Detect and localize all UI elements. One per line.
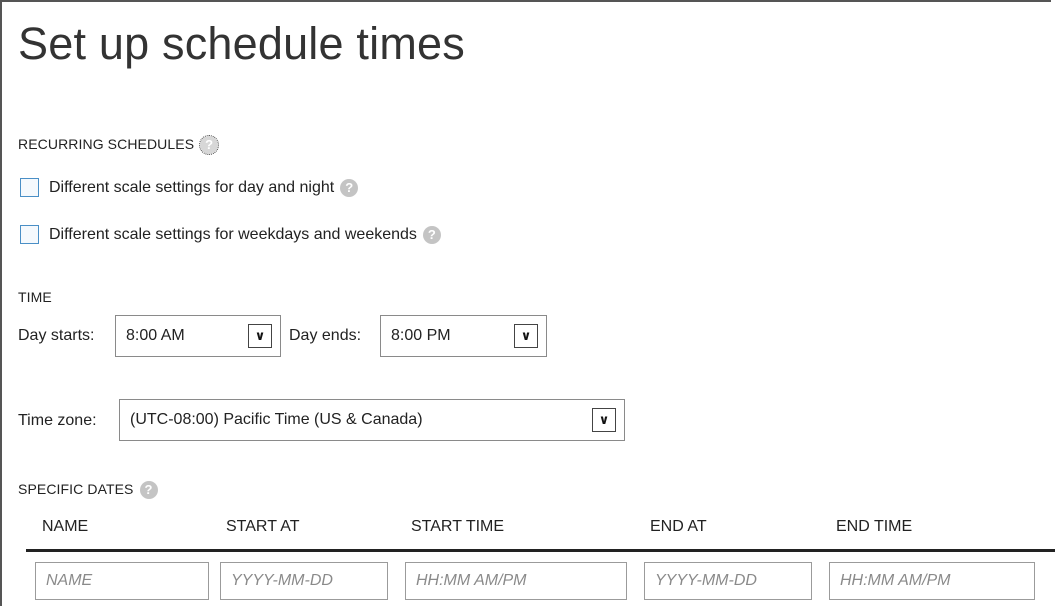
- option-day-night[interactable]: Different scale settings for day and nig…: [20, 178, 359, 197]
- end-time-input[interactable]: [829, 562, 1035, 600]
- help-icon[interactable]: ?: [340, 178, 359, 197]
- column-header-end-time: END TIME: [836, 518, 913, 535]
- column-header-name: NAME: [42, 518, 89, 535]
- timezone-label: Time zone:: [18, 412, 97, 429]
- specific-dates-label: SPECIFIC DATES: [18, 481, 134, 497]
- option-weekdays-weekends[interactable]: Different scale settings for weekdays an…: [20, 225, 441, 244]
- timezone-value: (UTC-08:00) Pacific Time (US & Canada): [130, 411, 423, 428]
- day-starts-label: Day starts:: [18, 327, 95, 344]
- day-starts-value: 8:00 AM: [126, 327, 185, 344]
- column-header-end-at: END AT: [650, 518, 707, 535]
- column-header-start-at: START AT: [226, 518, 300, 535]
- weekdays-weekends-checkbox[interactable]: [20, 225, 39, 244]
- day-ends-label: Day ends:: [289, 327, 362, 344]
- time-header: TIME: [18, 289, 52, 305]
- chevron-down-icon[interactable]: ∨: [248, 324, 272, 348]
- day-night-checkbox[interactable]: [20, 178, 39, 197]
- column-header-start-time: START TIME: [411, 518, 505, 535]
- chevron-down-icon[interactable]: ∨: [514, 324, 538, 348]
- day-night-label: Different scale settings for day and nig…: [49, 178, 335, 196]
- specific-dates-header: SPECIFIC DATES?: [18, 481, 158, 500]
- help-icon[interactable]: ?: [422, 225, 441, 244]
- timezone-select[interactable]: (UTC-08:00) Pacific Time (US & Canada) ∨: [119, 399, 625, 441]
- weekdays-weekends-label: Different scale settings for weekdays an…: [49, 225, 417, 243]
- start-time-input[interactable]: [405, 562, 627, 600]
- day-starts-select[interactable]: 8:00 AM ∨: [115, 315, 281, 357]
- recurring-schedules-label: RECURRING SCHEDULES: [18, 136, 195, 152]
- chevron-down-icon[interactable]: ∨: [592, 408, 616, 432]
- day-ends-select[interactable]: 8:00 PM ∨: [380, 315, 547, 357]
- name-input[interactable]: [35, 562, 209, 600]
- table-header-divider: [26, 549, 1055, 552]
- page-title: Set up schedule times: [18, 18, 465, 69]
- dialog-frame: [0, 0, 1051, 606]
- start-date-input[interactable]: [220, 562, 388, 600]
- help-icon[interactable]: ?: [139, 481, 158, 500]
- day-ends-value: 8:00 PM: [391, 327, 451, 344]
- recurring-schedules-header: RECURRING SCHEDULES?: [18, 135, 220, 156]
- help-icon[interactable]: ?: [199, 135, 220, 156]
- end-date-input[interactable]: [644, 562, 812, 600]
